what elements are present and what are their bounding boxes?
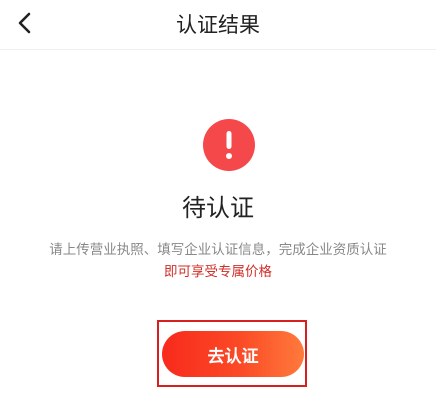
page-title: 认证结果: [176, 13, 260, 37]
status-description: 请上传营业执照、填写企业认证信息，完成企业资质认证: [49, 242, 387, 258]
status-highlight: 即可享受专属价格: [164, 264, 272, 280]
status-title: 待认证: [182, 194, 254, 222]
exclamation-icon: [226, 131, 232, 159]
go-verify-button[interactable]: 去认证: [162, 331, 304, 377]
top-nav-bar: 认证结果: [0, 0, 436, 50]
status-alert-icon: [203, 119, 255, 171]
